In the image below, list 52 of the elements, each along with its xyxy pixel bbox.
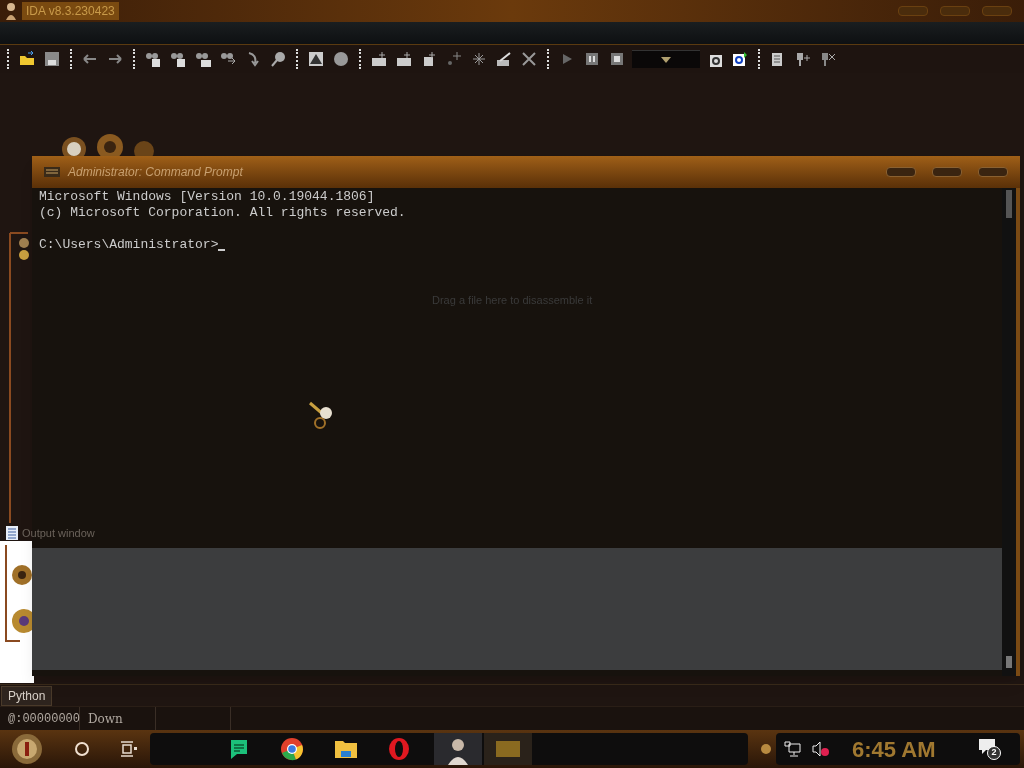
minimize-button[interactable] (886, 167, 916, 177)
console-prompt: C:\Users\Administrator> (39, 237, 219, 253)
pause-icon[interactable] (584, 51, 600, 67)
status-text: Down (88, 710, 123, 728)
stop-icon[interactable] (609, 51, 625, 67)
panel-title: Output window (22, 526, 95, 541)
sparkle-icon[interactable] (471, 51, 487, 67)
window-title: Administrator: Command Prompt (68, 164, 243, 181)
console-line: Microsoft Windows [Version 10.0.19044.1806] (39, 189, 375, 205)
binoculars-icon[interactable] (195, 51, 211, 67)
clock[interactable]: 6:45 AM (852, 732, 936, 766)
pin-cross-icon[interactable] (820, 51, 836, 67)
letter-o-ring-icon[interactable] (388, 737, 410, 761)
dropdown[interactable] (632, 50, 700, 68)
app-icon (4, 2, 18, 20)
pin-plus-icon[interactable] (795, 51, 811, 67)
caret-icon (661, 56, 671, 63)
scroll-thumb[interactable] (1006, 190, 1012, 218)
cross-icon[interactable] (521, 51, 537, 67)
chat-bubble-icon[interactable] (228, 738, 250, 760)
close-button[interactable] (978, 167, 1008, 177)
status-text: @:00000000 (8, 710, 80, 728)
binoculars-icon[interactable] (220, 51, 236, 67)
search-icon[interactable] (74, 741, 90, 757)
maximize-button[interactable] (932, 167, 962, 177)
binoculars-icon[interactable] (145, 51, 161, 67)
sphere-icon[interactable] (333, 51, 349, 67)
notifications-button[interactable]: 2 (978, 738, 1000, 760)
plus-box-icon[interactable] (396, 51, 412, 67)
plus-icon[interactable] (446, 51, 462, 67)
plus-box-icon[interactable] (421, 51, 437, 67)
window-title: IDA v8.3.230423 (22, 2, 119, 20)
browser-icon[interactable] (280, 737, 304, 761)
console-icon (44, 167, 60, 177)
floppy-icon[interactable] (44, 51, 60, 67)
pencil-icon[interactable] (496, 51, 512, 67)
tab[interactable]: Python (1, 686, 53, 706)
speaker-muted-icon[interactable] (812, 741, 830, 757)
folder-icon[interactable] (19, 51, 35, 67)
text-cursor (218, 249, 226, 251)
task-view-icon[interactable] (120, 741, 138, 757)
notification-badge: 2 (987, 746, 1001, 760)
window-thumbnail[interactable] (484, 733, 532, 765)
document-icon (6, 526, 18, 541)
folder-icon[interactable] (334, 738, 358, 760)
plus-box-icon[interactable] (371, 51, 387, 67)
pin-icon[interactable] (270, 51, 286, 67)
warning-icon[interactable] (308, 51, 324, 67)
console-line: (c) Microsoft Corporation. All rights reserved. (39, 205, 406, 221)
binoculars-icon[interactable] (170, 51, 186, 67)
portrait-thumbnail[interactable] (434, 733, 482, 765)
network-icon[interactable] (784, 741, 802, 757)
